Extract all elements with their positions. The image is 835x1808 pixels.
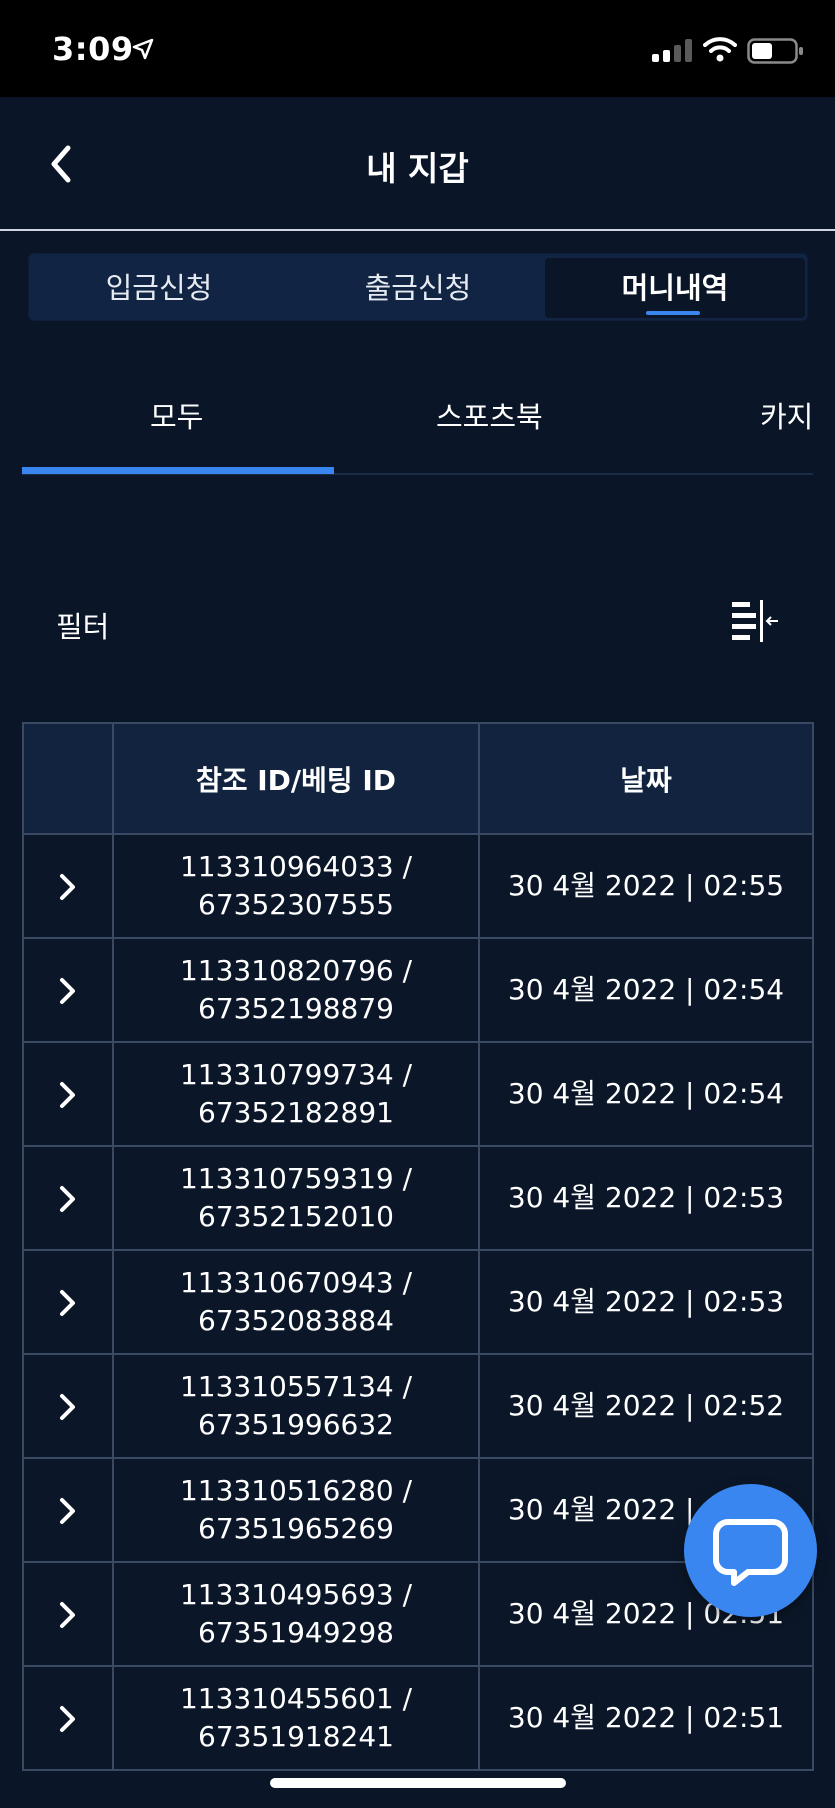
row-ref-line2: 67352307555 [198, 888, 394, 921]
chevron-right-icon [60, 1602, 75, 1628]
row-ref-line1: 113310820796 / [179, 954, 413, 987]
row-expand-button[interactable] [22, 1041, 114, 1147]
chevron-right-icon [60, 1706, 75, 1732]
row-expand-button[interactable] [22, 1665, 114, 1771]
segment-withdraw[interactable]: 출금신청 [289, 254, 547, 322]
row-ref-id: 113310557134 / 67351996632 [112, 1353, 480, 1459]
row-ref-id: 113310759319 / 67352152010 [112, 1145, 480, 1251]
chevron-right-icon [60, 1290, 75, 1316]
header-date: 날짜 [478, 722, 814, 835]
row-date: 30 4월 2022 | 02:53 [478, 1249, 814, 1355]
status-time: 3:09 [52, 30, 134, 68]
header-ref-id: 참조 ID/베팅 ID [112, 722, 480, 835]
row-ref-line1: 113310759319 / [179, 1162, 413, 1195]
row-ref-id: 113310455601 / 67351918241 [112, 1665, 480, 1771]
app-header: 내 지갑 [0, 97, 835, 231]
row-ref-line2: 67352083884 [198, 1304, 394, 1337]
table-row[interactable]: 113310557134 / 67351996632 30 4월 2022 | 02… [22, 1353, 814, 1459]
table-row[interactable]: 113310670943 / 67352083884 30 4월 2022 | 02… [22, 1249, 814, 1355]
row-ref-line1: 113310516280 / [179, 1474, 413, 1507]
filter-icon[interactable] [732, 600, 780, 642]
category-tabs: 모두 스포츠북 카지 [0, 370, 835, 475]
page-title: 내 지갑 [366, 149, 469, 188]
header-expand [22, 722, 114, 835]
row-ref-line2: 67351949298 [198, 1616, 394, 1649]
row-ref-line2: 67351918241 [198, 1720, 394, 1753]
row-date: 30 4월 2022 | 02:53 [478, 1145, 814, 1251]
chevron-right-icon [60, 1082, 75, 1108]
row-expand-button[interactable] [22, 1353, 114, 1459]
row-date: 30 4월 2022 | 02:51 [478, 1665, 814, 1771]
filter-label: 필터 [56, 610, 110, 644]
row-ref-id: 113310820796 / 67352198879 [112, 937, 480, 1043]
row-date: 30 4월 2022 | 02:52 [478, 1353, 814, 1459]
wifi-icon [703, 37, 737, 62]
row-date: 30 4월 2022 | 02:54 [478, 937, 814, 1043]
tab-sportsbook[interactable]: 스포츠북 [436, 394, 543, 436]
row-ref-line1: 113310964033 / [179, 850, 413, 883]
row-date: 30 4월 2022 | 02:54 [478, 1041, 814, 1147]
chevron-right-icon [60, 978, 75, 1004]
chevron-right-icon [60, 1186, 75, 1212]
table-row[interactable]: 113310820796 / 67352198879 30 4월 2022 | 02… [22, 937, 814, 1043]
segment-active-indicator [646, 311, 700, 315]
row-ref-line2: 67351996632 [198, 1408, 394, 1441]
row-expand-button[interactable] [22, 1145, 114, 1251]
row-ref-line1: 113310557134 / [179, 1370, 413, 1403]
table-row[interactable]: 113310455601 / 67351918241 30 4월 2022 | 02… [22, 1665, 814, 1771]
table-header-row: 참조 ID/베팅 ID 날짜 [22, 722, 814, 835]
row-ref-id: 113310516280 / 67351965269 [112, 1457, 480, 1563]
chevron-right-icon [60, 1498, 75, 1524]
row-ref-id: 113310495693 / 67351949298 [112, 1561, 480, 1667]
chevron-right-icon [60, 1394, 75, 1420]
row-ref-line1: 113310670943 / [179, 1266, 413, 1299]
chat-icon [713, 1519, 788, 1586]
chevron-right-icon [60, 874, 75, 900]
location-arrow-icon [132, 38, 154, 60]
row-expand-button[interactable] [22, 1561, 114, 1667]
row-ref-id: 113310964033 / 67352307555 [112, 833, 480, 939]
tab-all[interactable]: 모두 [150, 394, 203, 436]
tab-active-indicator [22, 467, 334, 474]
row-ref-line1: 113310495693 / [179, 1578, 413, 1611]
signal-icon [652, 38, 694, 62]
row-ref-id: 113310799734 / 67352182891 [112, 1041, 480, 1147]
segment-money-history[interactable]: 머니내역 [545, 258, 805, 318]
row-ref-line1: 113310455601 / [179, 1682, 413, 1715]
live-chat-button[interactable] [684, 1484, 817, 1617]
row-ref-line1: 113310799734 / [179, 1058, 413, 1091]
row-expand-button[interactable] [22, 1249, 114, 1355]
row-expand-button[interactable] [22, 833, 114, 939]
tab-casino[interactable]: 카지 [760, 394, 813, 436]
table-row[interactable]: 113310759319 / 67352152010 30 4월 2022 | 02… [22, 1145, 814, 1251]
row-ref-id: 113310670943 / 67352083884 [112, 1249, 480, 1355]
status-bar: 3:09 [0, 0, 835, 97]
battery-icon [747, 38, 803, 64]
table-row[interactable]: 113310799734 / 67352182891 30 4월 2022 | 02… [22, 1041, 814, 1147]
row-ref-line2: 67352152010 [198, 1200, 394, 1233]
row-ref-line2: 67352198879 [198, 992, 394, 1025]
row-expand-button[interactable] [22, 937, 114, 1043]
row-date: 30 4월 2022 | 02:55 [478, 833, 814, 939]
row-ref-line2: 67352182891 [198, 1096, 394, 1129]
table-row[interactable]: 113310964033 / 67352307555 30 4월 2022 | 02… [22, 833, 814, 939]
segment-deposit[interactable]: 입금신청 [29, 254, 289, 322]
home-indicator [270, 1778, 566, 1788]
row-expand-button[interactable] [22, 1457, 114, 1563]
row-ref-line2: 67351965269 [198, 1512, 394, 1545]
